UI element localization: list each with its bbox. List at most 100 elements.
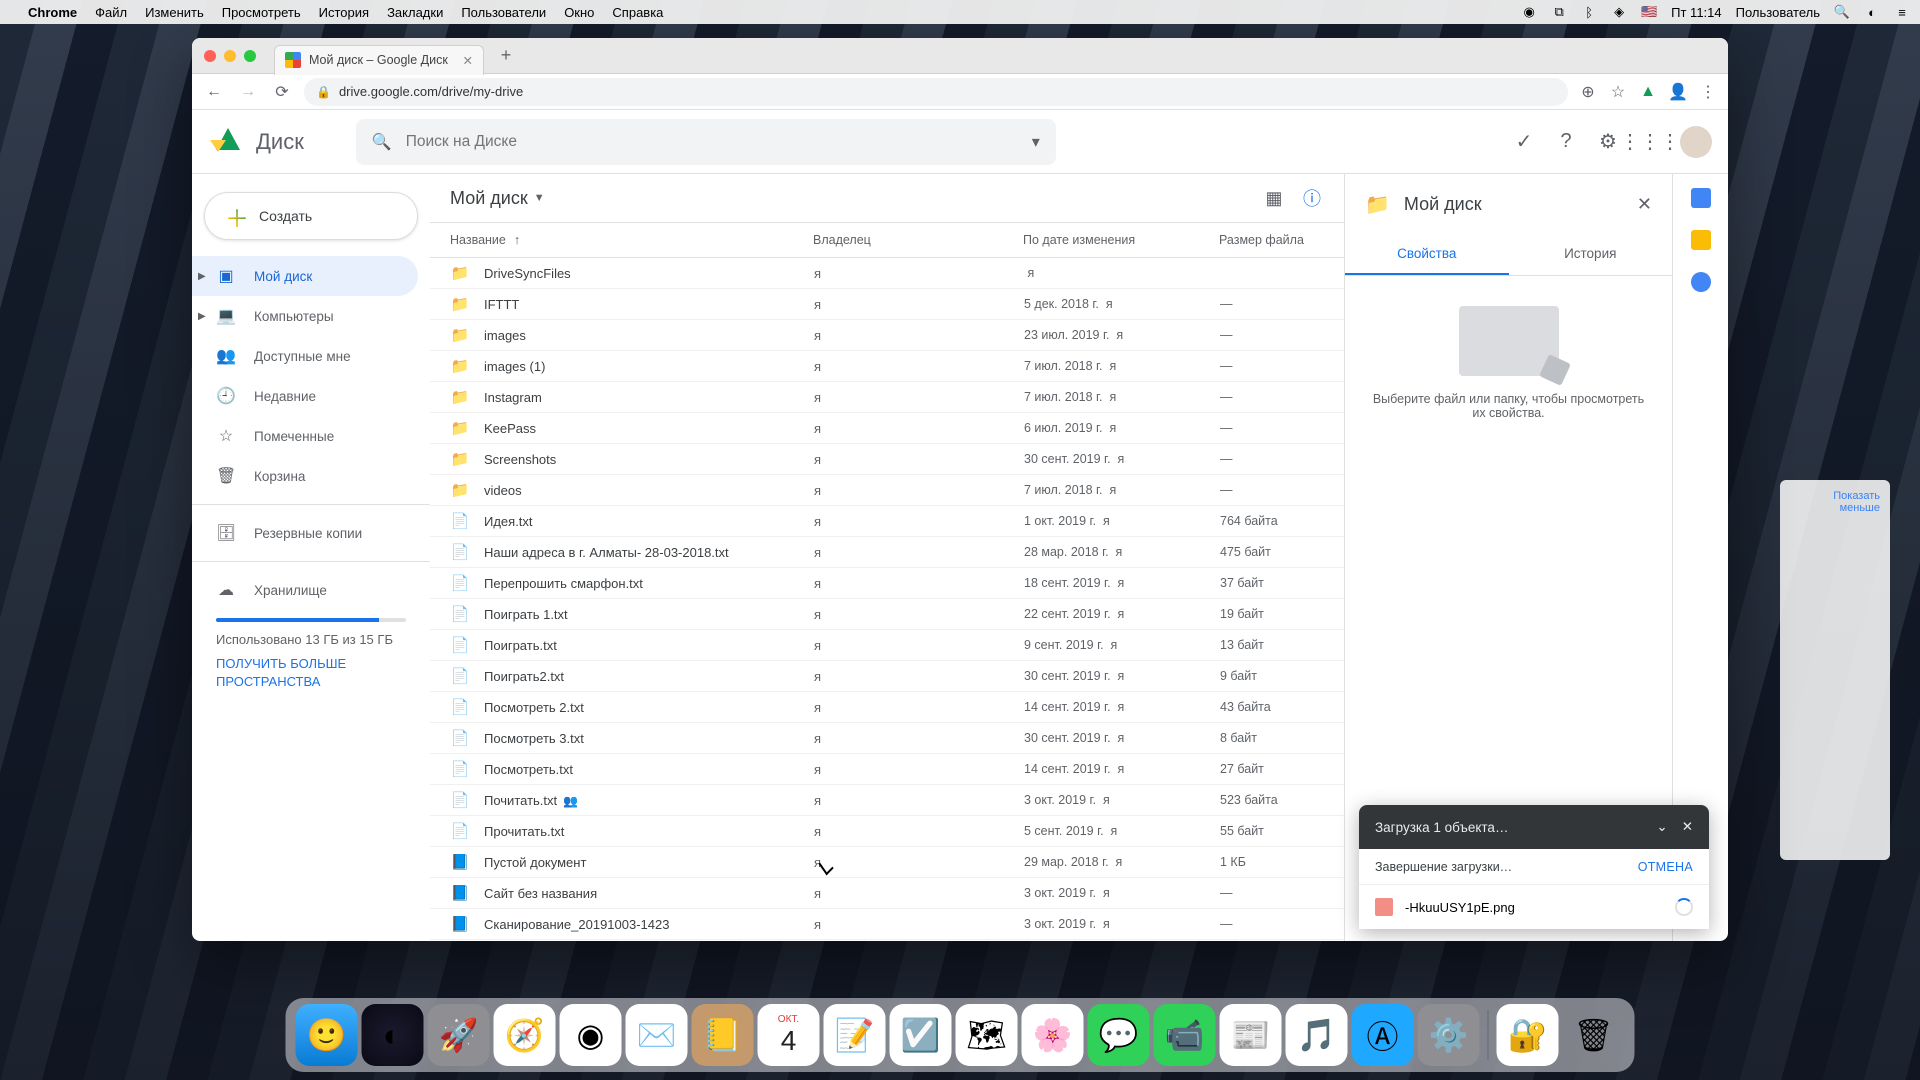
status-dropbox-icon[interactable]: ⧉ xyxy=(1551,4,1567,20)
dock-appstore[interactable]: Ⓐ xyxy=(1352,1004,1414,1066)
buy-storage-link[interactable]: ПОЛУЧИТЬ БОЛЬШЕ ПРОСТРАНСТВА xyxy=(216,655,406,691)
upload-item[interactable]: -HkuuUSY1pE.png xyxy=(1359,885,1709,929)
dock-finder[interactable]: 🙂 xyxy=(296,1004,358,1066)
dock-app-1password[interactable]: 🔐 xyxy=(1497,1004,1559,1066)
menu-people[interactable]: Пользователи xyxy=(461,5,546,20)
file-row[interactable]: 📘Пустой документя29 мар. 2018 г. я1 КБ xyxy=(430,847,1344,878)
dock-contacts[interactable]: 📒 xyxy=(692,1004,754,1066)
window-zoom-button[interactable] xyxy=(244,50,256,62)
menu-edit[interactable]: Изменить xyxy=(145,5,204,20)
status-screenrec-icon[interactable]: ◉ xyxy=(1521,4,1537,20)
tab-close-icon[interactable]: ✕ xyxy=(463,53,473,68)
file-row[interactable]: 📁Screenshotsя30 сент. 2019 г. я— xyxy=(430,444,1344,475)
chevron-right-icon[interactable]: ▶ xyxy=(198,271,206,282)
search-options-icon[interactable]: ▾ xyxy=(1032,132,1040,152)
dock-reminders[interactable]: ☑️ xyxy=(890,1004,952,1066)
install-app-icon[interactable]: ⊕ xyxy=(1578,82,1598,102)
file-row[interactable]: 📄Почитать.txt👥я3 окт. 2019 г. я523 байта xyxy=(430,785,1344,816)
menu-file[interactable]: Файл xyxy=(95,5,127,20)
dock-siri[interactable]: ◐ xyxy=(362,1004,424,1066)
file-row[interactable]: 📄Посмотреть.txtя14 сент. 2019 г. я27 бай… xyxy=(430,754,1344,785)
file-row[interactable]: 📁IFTTTя5 дек. 2018 г. я— xyxy=(430,289,1344,320)
rail-keep-icon[interactable] xyxy=(1691,230,1711,250)
file-row[interactable]: 📄Посмотреть 2.txtя14 сент. 2019 г. я43 б… xyxy=(430,692,1344,723)
file-row[interactable]: 📄Перепрошить смарфон.txtя18 сент. 2019 г… xyxy=(430,568,1344,599)
column-date[interactable]: По дате изменения xyxy=(1023,233,1219,247)
details-tab-properties[interactable]: Свойства xyxy=(1345,234,1509,275)
notification-center-icon[interactable]: ≡ xyxy=(1894,4,1910,20)
profile-avatar-icon[interactable]: 👤 xyxy=(1668,82,1688,102)
status-wifi-icon[interactable]: ◈ xyxy=(1611,4,1627,20)
apps-grid-icon[interactable]: ⋮⋮⋮ xyxy=(1638,130,1662,154)
file-row[interactable]: 📁KeePassя6 июл. 2019 г. я— xyxy=(430,413,1344,444)
menu-window[interactable]: Окно xyxy=(564,5,594,20)
bookmark-star-icon[interactable]: ☆ xyxy=(1608,82,1628,102)
settings-gear-icon[interactable]: ⚙ xyxy=(1596,130,1620,154)
sidebar-item-trash[interactable]: 🗑Корзина xyxy=(192,456,418,496)
layout-grid-icon[interactable]: ▦ xyxy=(1262,186,1286,210)
file-row[interactable]: 📄Посмотреть 3.txtя30 сент. 2019 г. я8 ба… xyxy=(430,723,1344,754)
file-row[interactable]: 📄Поиграть.txtя9 сент. 2019 г. я13 байт xyxy=(430,630,1344,661)
file-row[interactable]: 📁videosя7 июл. 2018 г. я— xyxy=(430,475,1344,506)
new-tab-button[interactable]: + xyxy=(492,42,520,70)
drive-logo[interactable]: Диск xyxy=(208,122,304,162)
nav-forward-button[interactable]: → xyxy=(236,80,260,104)
menu-view[interactable]: Просмотреть xyxy=(222,5,301,20)
siri-icon[interactable]: ◐ xyxy=(1864,4,1880,20)
sidebar-item-storage[interactable]: ☁ Хранилище xyxy=(192,570,418,610)
file-row[interactable]: 📁DriveSyncFilesя я xyxy=(430,258,1344,289)
nav-back-button[interactable]: ← xyxy=(202,80,226,104)
file-row[interactable]: 📄Идея.txtя1 окт. 2019 г. я764 байта xyxy=(430,506,1344,537)
file-row[interactable]: 📘Сайт без названияя3 окт. 2019 г. я— xyxy=(430,878,1344,909)
dock-launchpad[interactable]: 🚀 xyxy=(428,1004,490,1066)
menu-help[interactable]: Справка xyxy=(612,5,663,20)
file-row[interactable]: 📘Сканирование_20191003-1423я3 окт. 2019 … xyxy=(430,909,1344,940)
file-list[interactable]: 📁DriveSyncFilesя я📁IFTTTя5 дек. 2018 г. … xyxy=(430,258,1344,941)
dock-notes[interactable]: 📝 xyxy=(824,1004,886,1066)
menubar-user[interactable]: Пользователь xyxy=(1736,5,1820,20)
window-titlebar[interactable]: Мой диск – Google Диск ✕ + xyxy=(192,38,1728,74)
search-input[interactable] xyxy=(406,133,1018,151)
widget-show-less-link[interactable]: Показать меньше xyxy=(1790,490,1880,514)
dock-facetime[interactable]: 📹 xyxy=(1154,1004,1216,1066)
address-bar[interactable]: 🔒 drive.google.com/drive/my-drive xyxy=(304,78,1568,106)
dock-mail[interactable]: ✉️ xyxy=(626,1004,688,1066)
sidebar-item-clock[interactable]: 🕘Недавние xyxy=(192,376,418,416)
window-close-button[interactable] xyxy=(204,50,216,62)
menu-bookmarks[interactable]: Закладки xyxy=(387,5,443,20)
menu-history[interactable]: История xyxy=(319,5,369,20)
sidebar-item-drive[interactable]: ▶▣Мой диск xyxy=(192,256,418,296)
column-size[interactable]: Размер файла xyxy=(1219,233,1324,247)
menubar-clock[interactable]: Пт 11:14 xyxy=(1671,5,1721,20)
file-row[interactable]: 📄Наши адреса в г. Алматы- 28-03-2018.txt… xyxy=(430,537,1344,568)
rail-calendar-icon[interactable] xyxy=(1691,188,1711,208)
upload-collapse-icon[interactable]: ⌄ xyxy=(1656,819,1667,835)
file-row[interactable]: 📄Поиграть2.txtя30 сент. 2019 г. я9 байт xyxy=(430,661,1344,692)
window-minimize-button[interactable] xyxy=(224,50,236,62)
details-close-icon[interactable]: ✕ xyxy=(1637,194,1652,215)
file-row[interactable]: 📁Instagramя7 июл. 2018 г. я— xyxy=(430,382,1344,413)
details-toggle-icon[interactable]: ⓘ xyxy=(1300,186,1324,210)
status-flag-icon[interactable]: 🇺🇸 xyxy=(1641,4,1657,20)
sidebar-item-star[interactable]: ☆Помеченные xyxy=(192,416,418,456)
app-menu[interactable]: Chrome xyxy=(28,5,77,20)
dock-chrome[interactable]: ◉ xyxy=(560,1004,622,1066)
nav-reload-button[interactable]: ⟳ xyxy=(270,80,294,104)
breadcrumb[interactable]: Мой диск ▼ xyxy=(450,188,545,209)
ready-offline-icon[interactable]: ✓ xyxy=(1512,130,1536,154)
rail-tasks-icon[interactable] xyxy=(1691,272,1711,292)
upload-cancel-button[interactable]: ОТМЕНА xyxy=(1638,860,1693,874)
support-icon[interactable]: ? xyxy=(1554,130,1578,154)
dock-messages[interactable]: 💬 xyxy=(1088,1004,1150,1066)
file-row[interactable]: 📄Прочитать.txtя5 сент. 2019 г. я55 байт xyxy=(430,816,1344,847)
sidebar-item-devices[interactable]: ▶💻Компьютеры xyxy=(192,296,418,336)
file-row[interactable]: 📁imagesя23 июл. 2019 г. я— xyxy=(430,320,1344,351)
sidebar-item-backups[interactable]: 🗄 Резервные копии xyxy=(192,513,418,553)
dock-maps[interactable]: 🗺 xyxy=(956,1004,1018,1066)
column-name[interactable]: Название ↑ xyxy=(450,233,813,247)
status-bluetooth-icon[interactable]: ᛒ xyxy=(1581,4,1597,20)
dock-system-prefs[interactable]: ⚙️ xyxy=(1418,1004,1480,1066)
account-avatar[interactable] xyxy=(1680,126,1712,158)
dock-calendar[interactable]: ОКТ. 4 xyxy=(758,1004,820,1066)
sidebar-item-people[interactable]: 👥Доступные мне xyxy=(192,336,418,376)
